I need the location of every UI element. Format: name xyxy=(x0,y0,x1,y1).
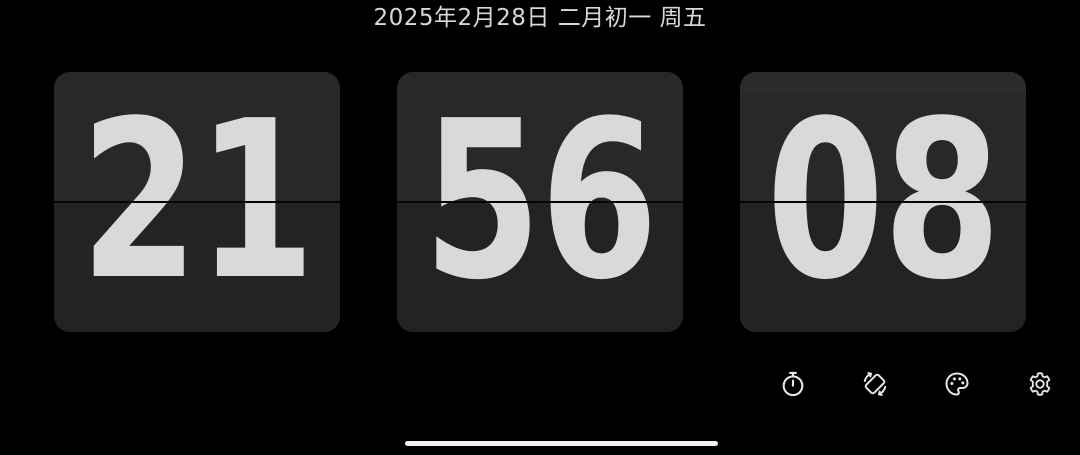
hours-flip-card: 21 xyxy=(54,72,340,332)
palette-icon xyxy=(945,372,969,396)
screen-rotation-icon xyxy=(863,372,887,396)
seconds-flip-card: 08 xyxy=(740,72,1026,332)
date-lunar-weekday: 2025年2月28日 二月初一 周五 xyxy=(373,5,707,31)
clock-toolbar xyxy=(770,366,1070,402)
settings-gear-icon xyxy=(1029,372,1051,396)
settings-button[interactable] xyxy=(1022,366,1058,402)
theme-palette-button[interactable] xyxy=(939,366,975,402)
home-indicator-bar[interactable] xyxy=(405,441,718,446)
seconds-card-split-line xyxy=(740,201,1026,203)
stopwatch-button[interactable] xyxy=(775,366,811,402)
minutes-card-split-line xyxy=(397,201,683,203)
minutes-flip-card: 56 xyxy=(397,72,683,332)
hours-card-split-line xyxy=(54,201,340,203)
screen-rotation-button[interactable] xyxy=(857,366,893,402)
stopwatch-icon xyxy=(782,371,804,397)
